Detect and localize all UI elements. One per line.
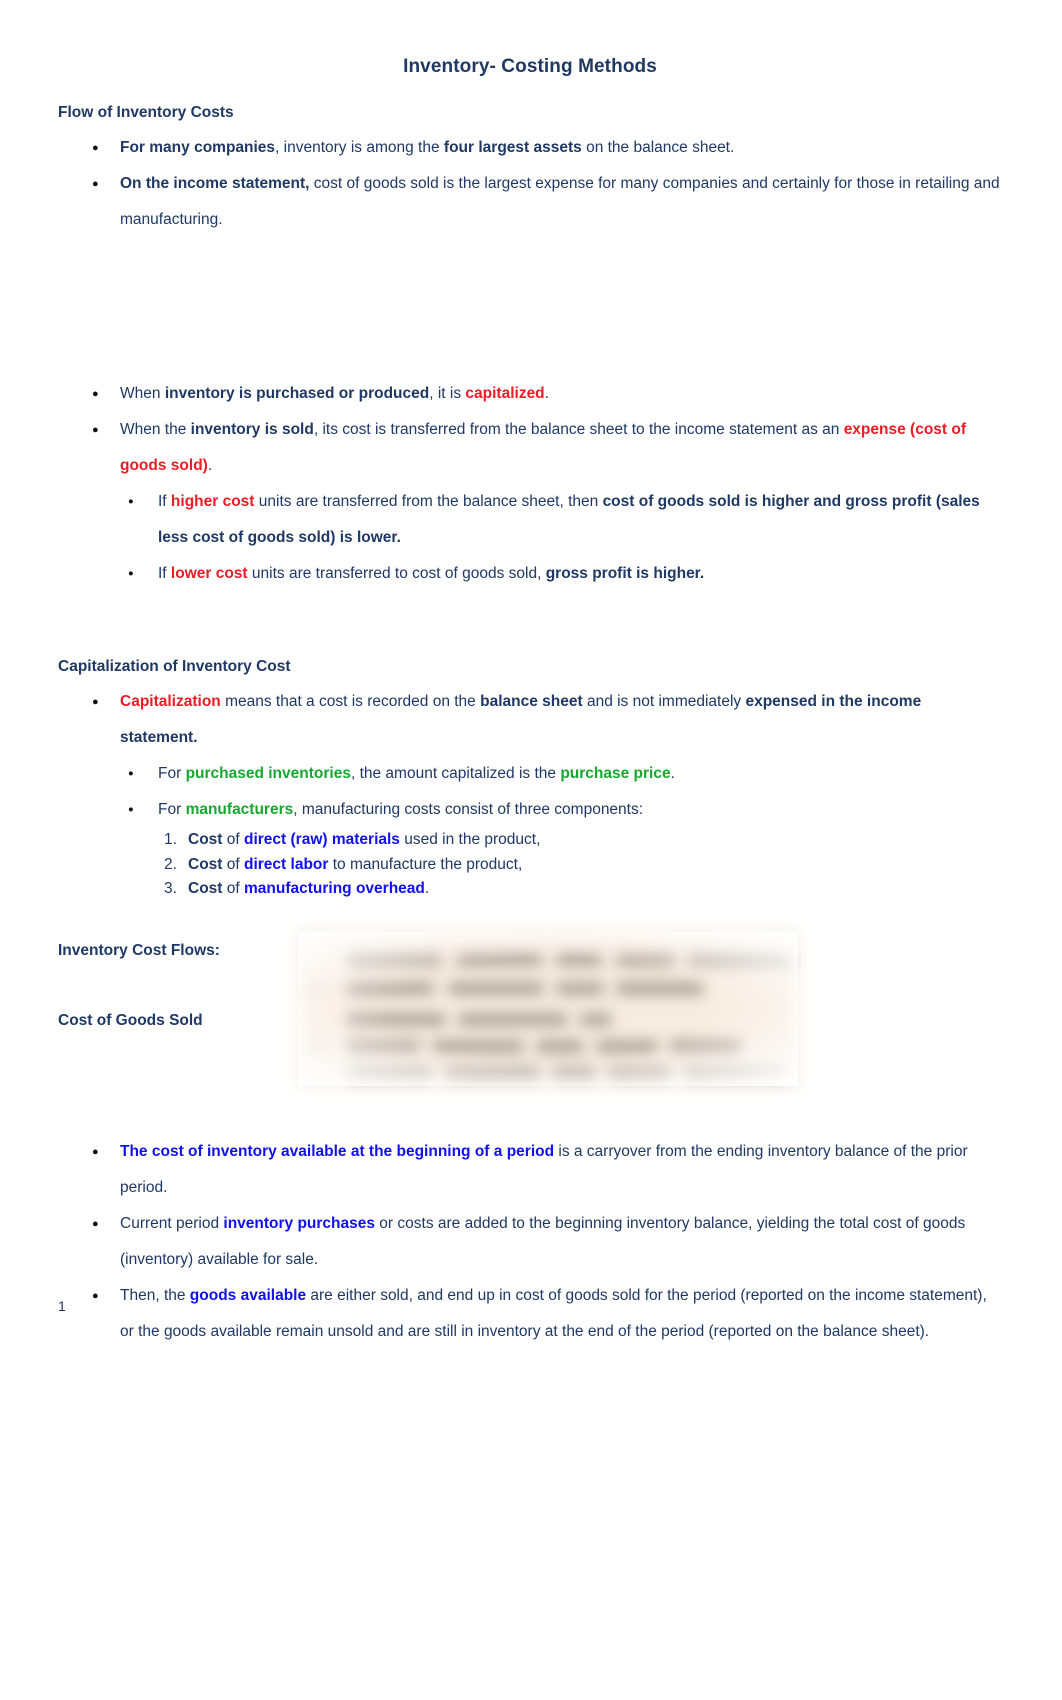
rich-text: Cost of direct labor to manufacture the …: [188, 855, 523, 873]
list-item: On the income statement, cost of goods s…: [58, 166, 1002, 238]
cost-of-goods-sold-label: Cost of Goods Sold: [58, 1011, 203, 1029]
capitalization-list: Capitalization means that a cost is reco…: [58, 684, 1002, 902]
list-item: For many companies, inventory is among t…: [58, 130, 1002, 166]
page-number: 1: [58, 1298, 66, 1314]
rich-text: For many companies, inventory is among t…: [120, 139, 735, 156]
list-item: For purchased inventories, the amount ca…: [120, 756, 1002, 792]
rich-text: Then, the goods available are either sol…: [120, 1286, 987, 1340]
list-item: When inventory is purchased or produced,…: [58, 376, 1002, 412]
list-item: Cost of direct labor to manufacture the …: [120, 853, 1002, 878]
list-item: Current period inventory purchases or co…: [58, 1206, 1002, 1278]
rich-text: Capitalization means that a cost is reco…: [120, 693, 922, 746]
rich-text: If lower cost units are transferred to c…: [158, 565, 705, 582]
manufacturing-cost-components-list: Cost of direct (raw) materials used in t…: [120, 828, 1002, 902]
document-page: Inventory- Costing Methods Flow of Inven…: [0, 0, 1062, 1700]
capitalization-sublist: For purchased inventories, the amount ca…: [120, 756, 1002, 828]
list-item: Cost of direct (raw) materials used in t…: [120, 828, 1002, 853]
rich-text: On the income statement, cost of goods s…: [120, 175, 1000, 228]
vertical-spacer: [58, 592, 1002, 632]
inventory-flow-sublist: If higher cost units are transferred fro…: [120, 484, 1002, 592]
vertical-spacer: [58, 238, 1002, 368]
inventory-flow-list: When inventory is purchased or produced,…: [58, 376, 1002, 592]
list-item: If lower cost units are transferred to c…: [120, 556, 1002, 592]
closing-bullets-list: The cost of inventory available at the b…: [58, 1134, 1002, 1350]
rich-text: Cost of direct (raw) materials used in t…: [188, 831, 541, 848]
rich-text: The cost of inventory available at the b…: [120, 1142, 968, 1196]
blurred-cost-flow-figure: [298, 930, 798, 1086]
list-item: Capitalization means that a cost is reco…: [58, 684, 1002, 902]
rich-text: For manufacturers, manufacturing costs c…: [158, 801, 644, 818]
inventory-cost-flows-label: Inventory Cost Flows:: [58, 941, 220, 959]
list-item: When the inventory is sold, its cost is …: [58, 412, 1002, 592]
section-heading-flow-of-inventory-costs: Flow of Inventory Costs: [58, 104, 234, 121]
list-item: If higher cost units are transferred fro…: [120, 484, 1002, 556]
rich-text: Cost of manufacturing overhead.: [188, 880, 430, 897]
rich-text: When the inventory is sold, its cost is …: [120, 421, 966, 474]
rich-text: If higher cost units are transferred fro…: [158, 493, 980, 546]
list-item: Cost of manufacturing overhead.: [120, 877, 1002, 902]
rich-text: When inventory is purchased or produced,…: [120, 385, 549, 402]
rich-text: For purchased inventories, the amount ca…: [158, 765, 675, 782]
flow-of-inventory-costs-list: For many companies, inventory is among t…: [58, 130, 1002, 238]
list-item: The cost of inventory available at the b…: [58, 1134, 1002, 1206]
list-item: Then, the goods available are either sol…: [58, 1278, 1002, 1350]
list-item: For manufacturers, manufacturing costs c…: [120, 792, 1002, 828]
section-heading-capitalization-of-inventory-cost: Capitalization of Inventory Cost: [58, 658, 291, 675]
inventory-cost-flows-block: Inventory Cost Flows: Cost of Goods Sold: [58, 930, 1002, 1126]
rich-text: Current period inventory purchases or co…: [120, 1214, 966, 1268]
page-title: Inventory- Costing Methods: [403, 56, 657, 77]
